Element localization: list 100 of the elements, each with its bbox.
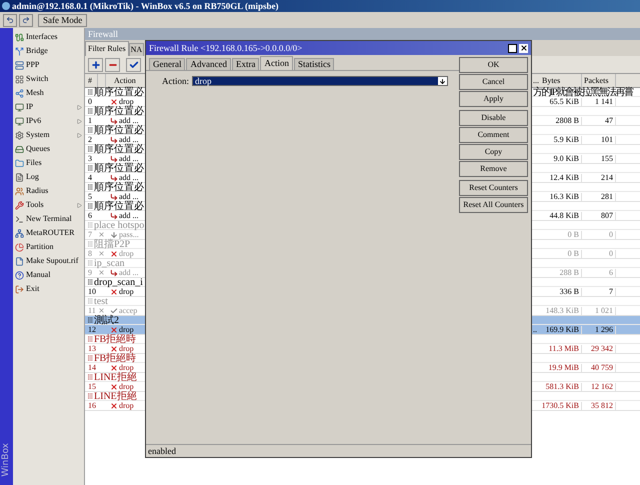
table-cell: 44.8 KiB	[550, 212, 579, 220]
comment-icon	[88, 374, 93, 380]
tab[interactable]: Action	[260, 56, 293, 70]
dialog-button[interactable]: Cancel	[459, 74, 528, 90]
table-cell: 1 021	[595, 306, 613, 314]
table-cell: 336 B	[560, 288, 579, 296]
undo-button[interactable]	[3, 14, 17, 26]
dialog-button[interactable]: Reset Counters	[459, 180, 528, 196]
table-cell: 288 B	[560, 268, 579, 276]
table-cell-text: 1	[87, 116, 93, 124]
people-icon	[15, 186, 24, 196]
remove-button[interactable]	[105, 58, 120, 72]
table-cell: 807	[601, 212, 613, 220]
sidebar-item[interactable]: Make Supout.rif	[13, 254, 84, 268]
column-header[interactable]: Bytes	[540, 74, 582, 87]
tab[interactable]: NA	[128, 43, 144, 56]
maximize-button[interactable]	[508, 44, 517, 52]
pie-chart-icon	[15, 242, 24, 252]
table-cell: 47	[605, 116, 613, 124]
sidebar-item[interactable]: PPP	[13, 58, 84, 72]
submenu-arrow-icon	[77, 202, 82, 208]
rule-comment: FB拒絕時	[94, 354, 136, 362]
sidebar-item[interactable]: Exit	[13, 282, 84, 296]
close-icon	[520, 44, 528, 52]
table-cell: 2808 B	[556, 116, 579, 124]
tab[interactable]: Advanced	[186, 58, 231, 70]
table-cell-text: 9	[87, 268, 93, 276]
dialog-button[interactable]: Copy	[459, 144, 528, 160]
enable-button[interactable]	[126, 58, 141, 72]
sidebar-item[interactable]: Bridge	[13, 44, 84, 58]
rule-comment: 順序位置必	[94, 164, 144, 172]
table-cell: drop	[119, 402, 134, 410]
dialog-button[interactable]: Reset All Counters	[459, 197, 528, 213]
dialog-button[interactable]: Comment	[459, 127, 528, 143]
sidebar-item[interactable]: MetaROUTER	[13, 226, 84, 240]
sidebar-item[interactable]: System	[13, 128, 84, 142]
comment-icon	[88, 89, 93, 95]
table-cell: drop	[119, 98, 134, 106]
table-cell: 148.3 KiB	[546, 306, 579, 314]
table-cell: 12.4 KiB	[550, 174, 579, 182]
table-cell: 12 162	[591, 382, 613, 390]
tab[interactable]: Filter Rules	[85, 41, 129, 56]
sidebar-item[interactable]: Switch	[13, 72, 84, 86]
tab[interactable]: General	[149, 58, 186, 70]
table-cell-text: 8	[87, 250, 93, 258]
table-cell: 0 B	[568, 250, 579, 258]
column-header[interactable]: Action	[106, 74, 145, 87]
rule-comment: drop_scan_i	[94, 278, 143, 286]
terminal-icon	[15, 214, 24, 224]
action-dropdown[interactable]: drop	[192, 76, 448, 86]
add-button[interactable]	[88, 58, 103, 72]
comment-icon	[88, 184, 93, 190]
sidebar-item[interactable]: Manual	[13, 268, 84, 282]
redo-button[interactable]	[19, 14, 33, 26]
tab[interactable]: Extra	[232, 58, 260, 70]
safe-mode-button[interactable]: Safe Mode	[38, 14, 88, 26]
dialog-button[interactable]: Apply	[459, 91, 528, 107]
rule-comment: LINE拒絕	[94, 392, 137, 400]
sidebar-item[interactable]: Partition	[13, 240, 84, 254]
comment-icon	[88, 108, 93, 114]
dialog-button[interactable]: Remove	[459, 161, 528, 177]
table-cell: 281	[601, 192, 613, 200]
column-header[interactable]: #	[85, 74, 98, 87]
grid-icon	[15, 74, 24, 84]
sidebar-item[interactable]: New Terminal	[13, 212, 84, 226]
sidebar-item[interactable]: Queues	[13, 142, 84, 156]
dropdown-arrow-icon	[439, 78, 446, 84]
status-text: enabled	[148, 446, 176, 456]
close-button[interactable]	[519, 44, 528, 52]
table-cell: 19.9 MiB	[548, 364, 579, 372]
column-header[interactable]: Packets	[582, 74, 616, 87]
rule-comment: LINE拒絕	[94, 372, 137, 382]
rule-comment: FB拒絕時	[94, 334, 136, 344]
sidebar-item[interactable]: Mesh	[13, 86, 84, 100]
rule-comment: 阻擋P2P	[94, 240, 130, 248]
table-cell-text: 13	[87, 344, 97, 352]
dialog-button[interactable]: Disable	[459, 110, 528, 126]
table-cell: 214	[601, 174, 613, 182]
tab[interactable]: Statistics	[294, 58, 334, 70]
table-cell: drop	[119, 344, 134, 352]
table-cell: 0	[609, 250, 613, 258]
sidebar-item[interactable]: Radius	[13, 184, 84, 198]
column-header[interactable]: ...	[533, 74, 540, 87]
dialog-button[interactable]: OK	[459, 57, 528, 73]
sidebar-item[interactable]: Files	[13, 156, 84, 170]
table-cell: pass...	[119, 230, 139, 238]
sidebar-item[interactable]: Tools	[13, 198, 84, 212]
table-cell: add ...	[119, 212, 139, 220]
table-cell: add ...	[119, 268, 139, 276]
sidebar-item[interactable]: IP	[13, 100, 84, 114]
sidebar-item[interactable]: Interfaces	[13, 30, 84, 44]
rule-comment: 順序位置必	[94, 126, 144, 134]
network-icon	[15, 88, 24, 98]
table-cell-text: 6	[87, 212, 93, 220]
sidebar-item[interactable]: IPv6	[13, 114, 84, 128]
table-cell: 155	[601, 154, 613, 162]
rule-comment: 順序位置必	[94, 106, 144, 116]
sidebar-item[interactable]: Log	[13, 170, 84, 184]
table-cell: add ...	[119, 192, 139, 200]
table-cell: 11.3 MiB	[548, 344, 579, 352]
